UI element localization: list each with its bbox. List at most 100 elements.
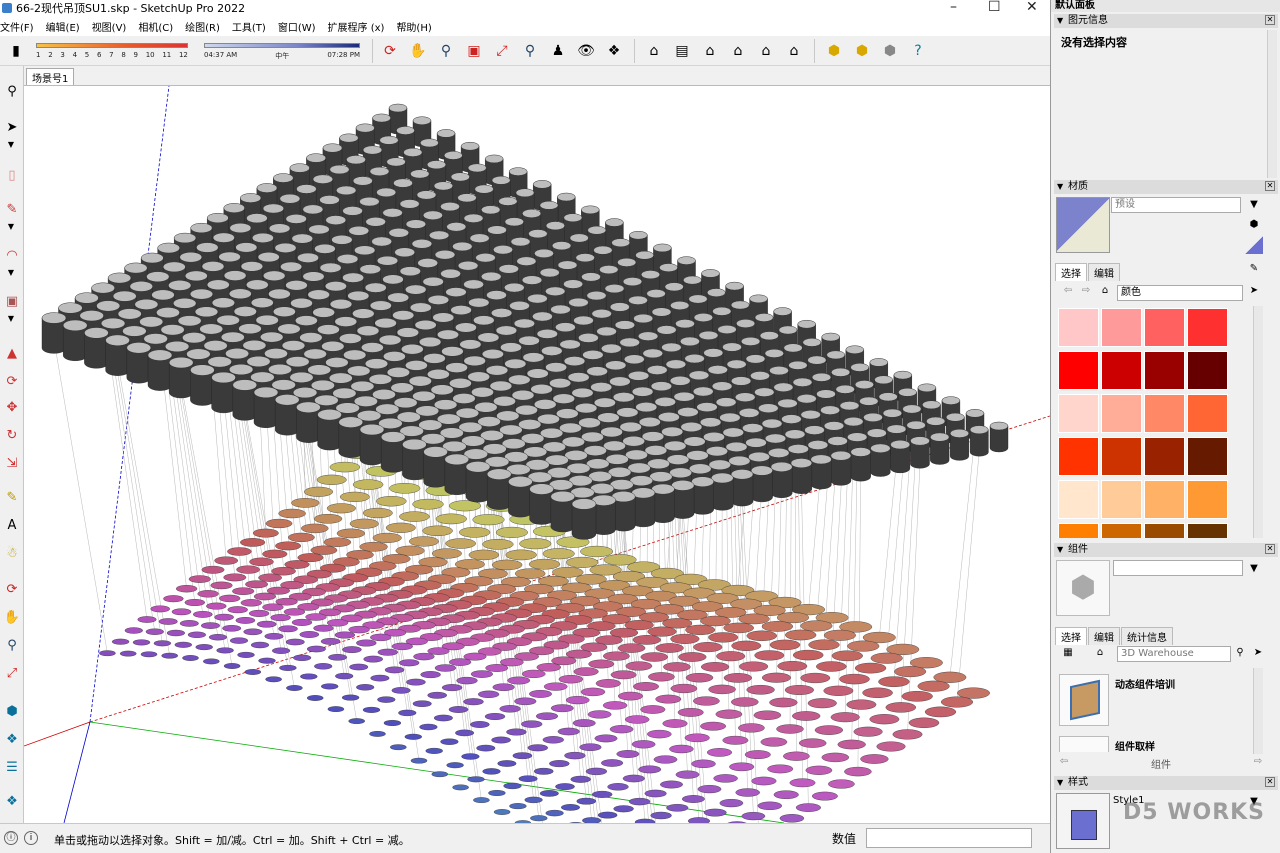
- tape-measure-icon[interactable]: ✎: [1, 486, 23, 508]
- pencil-tool-icon[interactable]: ✎: [1, 198, 23, 220]
- component-name-field[interactable]: [1113, 560, 1243, 576]
- material-swatch[interactable]: [1144, 308, 1185, 347]
- rotate-tool-icon[interactable]: ↻: [1, 424, 23, 446]
- orbit-tool-icon[interactable]: ⟳: [1, 578, 23, 600]
- material-swatch[interactable]: [1144, 480, 1185, 519]
- extension-manager-icon[interactable]: ❖: [1, 790, 23, 812]
- menu-tools[interactable]: 工具(T): [232, 19, 266, 34]
- components-header[interactable]: ▼ 组件 ✕: [1054, 543, 1278, 557]
- orbit-icon[interactable]: ⟳: [378, 39, 402, 63]
- zoom-extents-icon[interactable]: ⤢: [490, 39, 514, 63]
- materials-header[interactable]: ▼ 材质 ✕: [1054, 180, 1278, 194]
- back-view-icon[interactable]: ⌂: [754, 39, 778, 63]
- shaded-cube-icon[interactable]: ⬢: [878, 39, 902, 63]
- model-viewport[interactable]: [24, 86, 1050, 823]
- geo-location-icon[interactable]: ⓘ: [4, 831, 18, 845]
- zoom-tool-icon[interactable]: ⚲: [1, 634, 23, 656]
- material-swatch[interactable]: [1058, 351, 1099, 390]
- swatch-scrollbar[interactable]: [1253, 306, 1263, 538]
- dropdown-arrow-icon[interactable]: ▼: [5, 222, 17, 232]
- forward-arrow-icon[interactable]: ⇨: [1251, 755, 1265, 769]
- components-tab-stats[interactable]: 统计信息: [1121, 627, 1173, 645]
- wireframe-cube-icon[interactable]: ⬢: [850, 39, 874, 63]
- components-scrollbar[interactable]: [1253, 668, 1263, 754]
- text-tool-icon[interactable]: A: [1, 514, 23, 536]
- forward-arrow-icon[interactable]: ⇨: [1079, 284, 1093, 298]
- zoom-tool-icon[interactable]: ⚲: [1, 80, 23, 102]
- home-icon[interactable]: ⌂: [1093, 646, 1107, 660]
- close-icon[interactable]: ✕: [1026, 0, 1038, 14]
- create-material-icon[interactable]: ▼: [1247, 198, 1261, 212]
- measurements-input[interactable]: [866, 828, 1032, 848]
- materials-tab-edit[interactable]: 编辑: [1088, 263, 1120, 281]
- rectangle-tool-icon[interactable]: ▣: [1, 290, 23, 312]
- details-arrow-icon[interactable]: ➤: [1251, 646, 1265, 660]
- pan-icon[interactable]: ✋: [406, 39, 430, 63]
- material-swatch[interactable]: [1144, 437, 1185, 476]
- menu-view[interactable]: 视图(V): [92, 19, 127, 34]
- search-icon[interactable]: ⚲: [1233, 646, 1247, 660]
- material-swatch[interactable]: [1058, 437, 1099, 476]
- menu-file[interactable]: 文件(F): [0, 19, 34, 34]
- back-arrow-icon[interactable]: ⇦: [1061, 284, 1075, 298]
- material-swatch[interactable]: [1101, 308, 1142, 347]
- home-icon[interactable]: ⌂: [1098, 284, 1112, 298]
- eraser-tool-icon[interactable]: ▯: [1, 164, 23, 186]
- position-camera-icon[interactable]: ♟: [546, 39, 570, 63]
- info-icon[interactable]: i: [24, 831, 38, 845]
- previous-view-icon[interactable]: ⚲: [518, 39, 542, 63]
- component-item-dynamic[interactable]: 动态组件培训: [1115, 676, 1175, 691]
- month-slider[interactable]: 1 2 3 4 5 6 7 8 9 10 11 12: [36, 39, 188, 63]
- top-view-icon[interactable]: ▤: [670, 39, 694, 63]
- maximize-icon[interactable]: ☐: [988, 0, 1001, 14]
- time-slider[interactable]: 04:37 AM 中午 07:28 PM: [204, 39, 360, 63]
- close-panel-icon[interactable]: ✕: [1265, 181, 1275, 191]
- walk-icon[interactable]: ❖: [602, 39, 626, 63]
- material-library-select[interactable]: 颜色: [1117, 285, 1243, 301]
- material-swatch[interactable]: [1101, 480, 1142, 519]
- push-pull-tool-icon[interactable]: ▲: [1, 342, 23, 364]
- front-view-icon[interactable]: ⌂: [698, 39, 722, 63]
- dropdown-arrow-icon[interactable]: ▼: [5, 140, 17, 150]
- layout-icon[interactable]: ☰: [1, 756, 23, 778]
- component-item-samples[interactable]: 组件取样: [1115, 738, 1155, 753]
- pan-tool-icon[interactable]: ✋: [1, 606, 23, 628]
- material-swatch[interactable]: [1101, 351, 1142, 390]
- right-view-icon[interactable]: ⌂: [726, 39, 750, 63]
- eyedropper-icon[interactable]: ✎: [1247, 262, 1261, 276]
- material-swatch[interactable]: [1144, 523, 1185, 538]
- look-around-icon[interactable]: 👁: [574, 39, 598, 63]
- menu-extensions[interactable]: 扩展程序 (x): [328, 19, 385, 34]
- material-swatch[interactable]: [1144, 351, 1185, 390]
- zoom-icon[interactable]: ⚲: [434, 39, 458, 63]
- menu-help[interactable]: 帮助(H): [396, 19, 431, 34]
- entity-info-header[interactable]: ▼ 图元信息 ✕: [1054, 14, 1278, 28]
- close-panel-icon[interactable]: ✕: [1265, 777, 1275, 787]
- close-panel-icon[interactable]: ✕: [1265, 544, 1275, 554]
- component-details-icon[interactable]: ▼: [1247, 562, 1261, 576]
- zoom-window-icon[interactable]: ▣: [462, 39, 486, 63]
- component-thumb-samples[interactable]: [1059, 736, 1109, 752]
- components-tab-select[interactable]: 选择: [1055, 627, 1087, 645]
- material-swatch[interactable]: [1101, 394, 1142, 433]
- view-options-icon[interactable]: ▦: [1061, 646, 1075, 660]
- entity-info-scrollbar[interactable]: [1267, 30, 1277, 178]
- component-search-input[interactable]: 3D Warehouse: [1117, 646, 1231, 662]
- move-tool-icon[interactable]: ✥: [1, 396, 23, 418]
- material-swatch[interactable]: [1187, 308, 1228, 347]
- follow-me-tool-icon[interactable]: ⟳: [1, 370, 23, 392]
- select-tool-icon[interactable]: ➤: [1, 116, 23, 138]
- material-swatch[interactable]: [1101, 437, 1142, 476]
- minimize-icon[interactable]: –: [950, 0, 957, 14]
- paint-bucket-icon[interactable]: ☃: [1, 542, 23, 564]
- scene-tab-1[interactable]: 场景号1: [26, 68, 75, 85]
- menu-camera[interactable]: 相机(C): [138, 19, 173, 34]
- iso-view-icon[interactable]: ⌂: [642, 39, 666, 63]
- material-swatch[interactable]: [1187, 523, 1228, 538]
- material-swatch[interactable]: [1187, 480, 1228, 519]
- sample-paint-icon[interactable]: [1245, 236, 1263, 254]
- material-swatch[interactable]: [1101, 523, 1142, 538]
- material-swatch[interactable]: [1187, 394, 1228, 433]
- xray-cube-icon[interactable]: ⬢: [822, 39, 846, 63]
- menu-draw[interactable]: 绘图(R): [185, 19, 220, 34]
